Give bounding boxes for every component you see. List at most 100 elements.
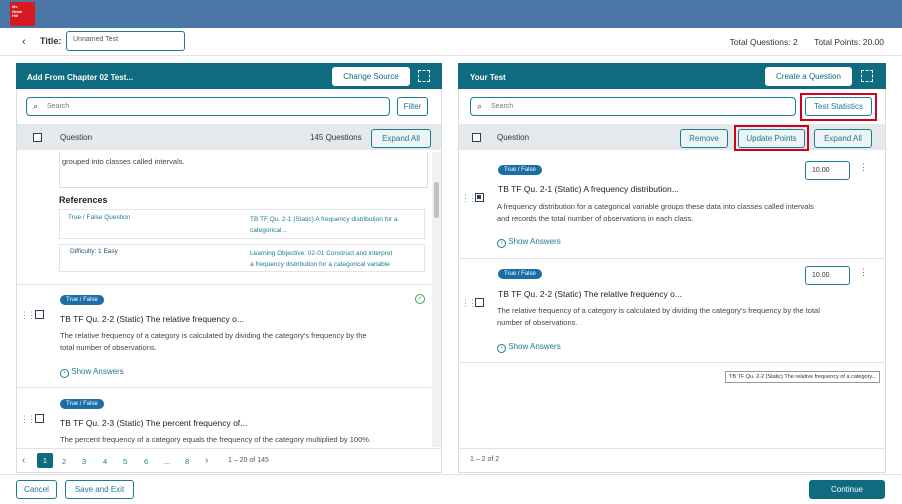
- question-text-line: total number of observations.: [60, 343, 157, 352]
- question-checkbox[interactable]: [475, 193, 484, 202]
- total-questions: Total Questions: 2: [729, 37, 798, 47]
- drag-handle-icon[interactable]: ⋮⋮: [461, 193, 477, 204]
- reference-value: TB TF Qu. 2-1 (Static) A frequency distr…: [250, 214, 398, 236]
- search-icon: ⌕: [477, 101, 483, 111]
- search-icon: ⌕: [33, 101, 39, 111]
- divider: [17, 284, 431, 285]
- question-text-line: number of observations.: [497, 318, 578, 327]
- show-answers-label: Show Answers: [508, 342, 561, 351]
- page-4[interactable]: 4: [103, 457, 107, 466]
- left-panel-title: Add From Chapter 02 Test...: [27, 73, 134, 82]
- back-chevron-icon[interactable]: ‹: [22, 36, 26, 48]
- divider: [459, 258, 885, 259]
- right-expand-all-button[interactable]: Expand All: [814, 129, 872, 148]
- reference-value-line: categorical...: [250, 227, 287, 234]
- question-title[interactable]: TB TF Qu. 2-2 (Static) The relative freq…: [60, 314, 244, 324]
- question-type-tag: True / False: [60, 295, 104, 305]
- select-all-checkbox[interactable]: [472, 133, 481, 142]
- chevron-circle-icon: ›: [497, 239, 506, 248]
- cancel-button[interactable]: Cancel: [16, 480, 57, 499]
- divider: [459, 448, 885, 449]
- show-answers-label: Show Answers: [508, 237, 561, 246]
- next-page-icon[interactable]: ›: [205, 455, 208, 466]
- learning-objective-value: Learning Objective: 02-01 Construct and …: [250, 248, 392, 270]
- show-answers-label: Show Answers: [71, 367, 124, 376]
- title-input[interactable]: Unnamed Test: [66, 31, 185, 51]
- footer-bar: [0, 474, 902, 504]
- total-points: Total Points: 20.00: [814, 37, 884, 47]
- question-title[interactable]: TB TF Qu. 2-1 (Static) A frequency distr…: [498, 184, 679, 194]
- continue-button[interactable]: Continue: [809, 480, 885, 499]
- question-text-line: The relative frequency of a category is …: [497, 306, 820, 315]
- left-expand-all-button[interactable]: Expand All: [371, 129, 431, 148]
- question-text-line: and records the total number of observat…: [497, 214, 694, 223]
- expand-panel-icon[interactable]: [418, 70, 430, 82]
- page-3[interactable]: 3: [82, 457, 86, 466]
- question-text-line: The relative frequency of a category is …: [60, 331, 367, 340]
- reference-label: True / False Question: [68, 214, 131, 221]
- expand-panel-icon[interactable]: [861, 70, 873, 82]
- page-5[interactable]: 5: [123, 457, 127, 466]
- question-column-label: Question: [497, 133, 530, 142]
- question-checkbox[interactable]: [475, 298, 484, 307]
- chevron-circle-icon: ›: [60, 369, 69, 378]
- question-text: The relative frequency of a category is …: [60, 330, 367, 354]
- question-type-tag: True / False: [60, 399, 104, 409]
- question-text: The relative frequency of a category is …: [497, 305, 820, 329]
- search-placeholder: Search: [491, 103, 514, 110]
- divider: [459, 362, 885, 363]
- divider: [17, 448, 441, 449]
- right-search-input[interactable]: ⌕ Search: [470, 97, 796, 116]
- question-checkbox[interactable]: [35, 310, 44, 319]
- right-panel-title: Your Test: [470, 73, 506, 82]
- question-type-tag: True / False: [498, 269, 542, 279]
- page-8[interactable]: 8: [185, 457, 189, 466]
- left-search-input[interactable]: ⌕ Search: [26, 97, 390, 116]
- question-text: The percent frequency of a category equa…: [60, 435, 372, 444]
- question-text: A frequency distribution for a categoric…: [497, 201, 814, 225]
- change-source-button[interactable]: Change Source: [332, 67, 410, 86]
- show-answers-link[interactable]: › Show Answers: [60, 367, 124, 378]
- question-count: 145 Questions: [310, 133, 362, 142]
- drag-handle-icon[interactable]: ⋮⋮: [20, 310, 36, 321]
- left-scrollbar-thumb[interactable]: [434, 182, 439, 218]
- points-input[interactable]: 10.00: [805, 161, 850, 180]
- mcgraw-hill-logo: Mc Graw Hill: [10, 2, 35, 26]
- more-options-icon[interactable]: ⋮: [859, 163, 868, 172]
- save-and-exit-button[interactable]: Save and Exit: [65, 480, 134, 499]
- filter-button[interactable]: Filter: [397, 97, 428, 116]
- right-range: 1 – 2 of 2: [470, 456, 500, 463]
- question-checkbox[interactable]: [35, 414, 44, 423]
- drag-handle-icon[interactable]: ⋮⋮: [461, 298, 477, 309]
- more-options-icon[interactable]: ⋮: [859, 268, 868, 277]
- partial-question-text: grouped into classes called intervals.: [62, 157, 185, 166]
- references-heading: References: [59, 195, 108, 205]
- show-answers-link[interactable]: › Show Answers: [497, 237, 561, 248]
- create-question-button[interactable]: Create a Question: [765, 67, 852, 86]
- select-all-checkbox[interactable]: [33, 133, 42, 142]
- question-title[interactable]: TB TF Qu. 2-2 (Static) The relative freq…: [498, 289, 682, 299]
- top-bar: [0, 0, 902, 28]
- question-title[interactable]: TB TF Qu. 2-3 (Static) The percent frequ…: [60, 418, 247, 428]
- page-6[interactable]: 6: [144, 457, 148, 466]
- show-answers-link[interactable]: › Show Answers: [497, 342, 561, 353]
- drag-handle-icon[interactable]: ⋮⋮: [20, 414, 36, 425]
- reference-value-line: TB TF Qu. 2-1 (Static) A frequency distr…: [250, 216, 398, 223]
- page-1[interactable]: 1: [37, 453, 53, 468]
- test-statistics-button[interactable]: Test Statistics: [805, 97, 872, 116]
- page-2[interactable]: 2: [62, 457, 66, 466]
- remove-button[interactable]: Remove: [680, 129, 728, 148]
- learning-objective-line: Learning Objective: 02-01 Construct and …: [250, 250, 393, 257]
- question-text-line: A frequency distribution for a categoric…: [497, 202, 814, 211]
- page-ellipsis: ...: [164, 457, 171, 466]
- chevron-circle-icon: ›: [497, 344, 506, 353]
- question-type-tag: True / False: [498, 165, 542, 175]
- question-tooltip: TB TF Qu. 2-2 (Static) The relative freq…: [725, 371, 881, 383]
- search-placeholder: Search: [47, 103, 70, 110]
- learning-objective-line: a frequency distribution for a categoric…: [250, 261, 390, 268]
- prev-page-icon[interactable]: ‹: [22, 455, 25, 466]
- question-column-label: Question: [60, 133, 93, 142]
- points-input[interactable]: 10.00: [805, 266, 850, 285]
- difficulty-label: Difficulty: 1 Easy: [70, 248, 118, 255]
- update-points-button[interactable]: Update Points: [738, 129, 805, 148]
